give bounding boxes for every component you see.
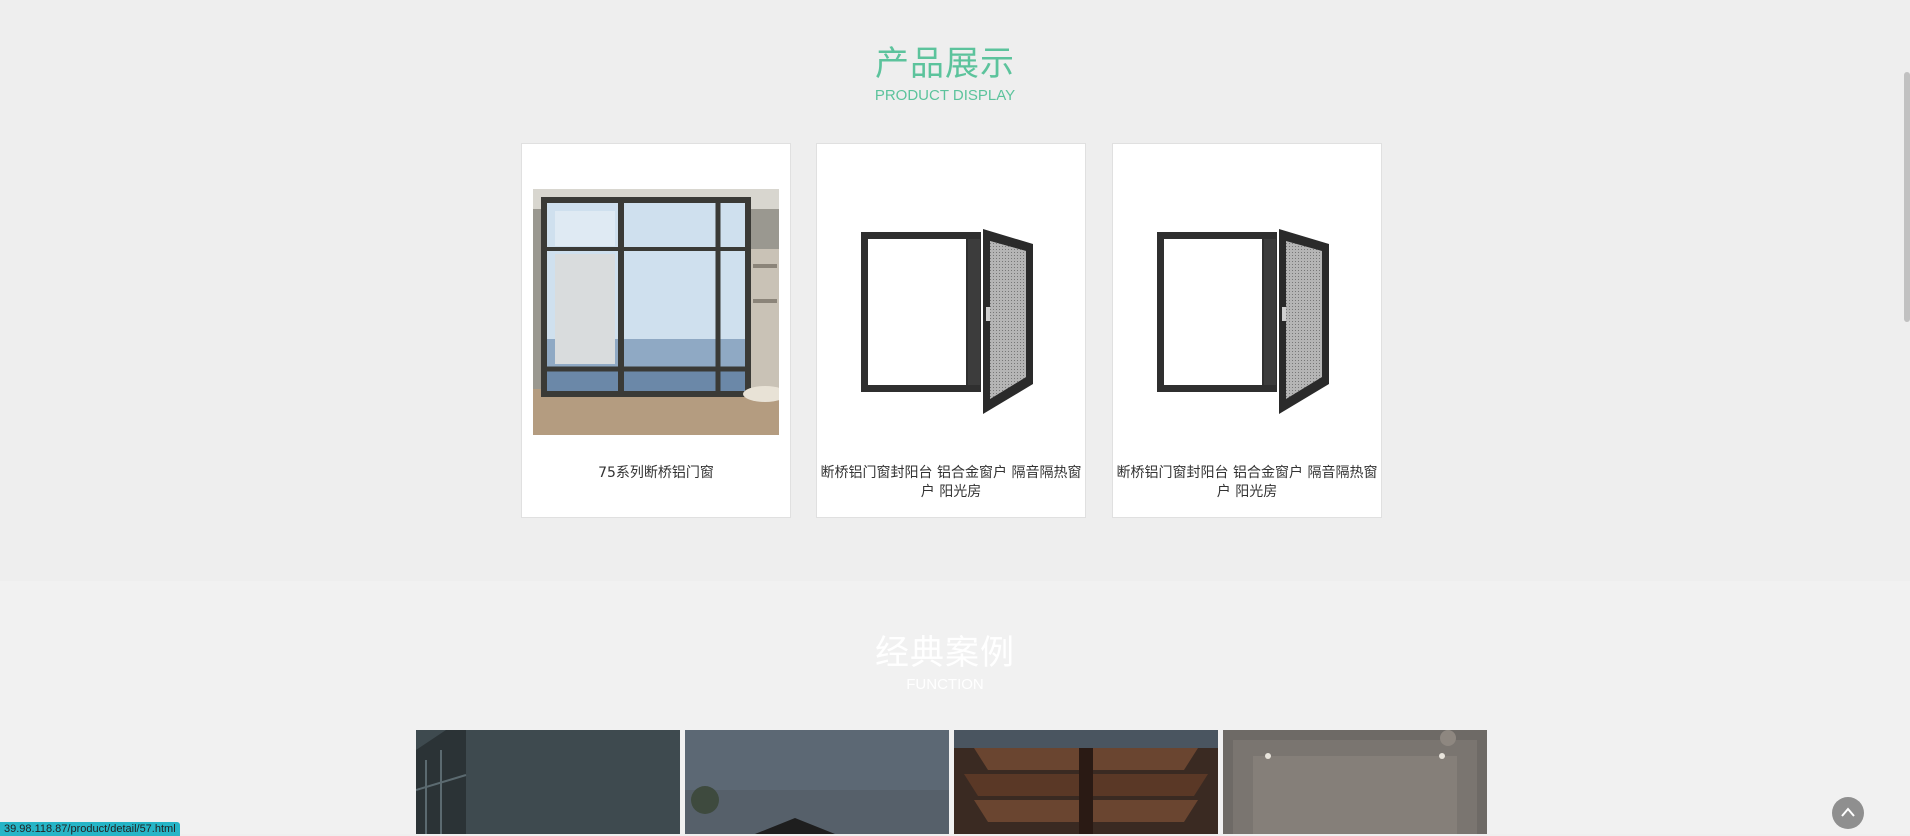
product-section-title: 产品展示 PRODUCT DISPLAY <box>0 36 1890 104</box>
product-card[interactable]: 断桥铝门窗封阳台 铝合金窗户 隔音隔热窗户 阳光房 <box>1112 143 1382 518</box>
product-title[interactable]: 断桥铝门窗封阳台 铝合金窗户 隔音隔热窗户 阳光房 <box>1113 464 1381 502</box>
case-tile-glass-building[interactable] <box>416 730 680 834</box>
product-card[interactable]: 75系列断桥铝门窗 <box>521 143 791 518</box>
product-image-casement-window[interactable] <box>1124 189 1370 435</box>
product-image-casement-window[interactable] <box>828 189 1074 435</box>
case-tile-house-roof[interactable] <box>685 730 949 834</box>
section-title-en: PRODUCT DISPLAY <box>874 87 1016 104</box>
section-title-cn: 经典案例 <box>875 633 1015 673</box>
product-card[interactable]: 断桥铝门窗封阳台 铝合金窗户 隔音隔热窗户 阳光房 <box>816 143 1086 518</box>
product-title[interactable]: 75系列断桥铝门窗 <box>522 464 790 483</box>
section-title-cn: 产品展示 <box>875 44 1015 84</box>
case-tile-ceiling-interior[interactable] <box>1223 730 1487 834</box>
product-title[interactable]: 断桥铝门窗封阳台 铝合金窗户 隔音隔热窗户 阳光房 <box>817 464 1085 502</box>
scrollbar-thumb[interactable] <box>1904 72 1910 322</box>
product-display-section: 产品展示 PRODUCT DISPLAY 75系列断桥铝门窗 断桥铝门窗封阳台 … <box>0 0 1910 581</box>
back-to-top-button[interactable] <box>1832 797 1864 829</box>
product-image-room-window[interactable] <box>533 189 779 435</box>
cases-section-title: 经典案例 FUNCTION <box>0 625 1890 693</box>
chevron-up-icon <box>1841 807 1855 817</box>
case-tile-spiral-building[interactable] <box>954 730 1218 834</box>
section-title-en: FUNCTION <box>906 676 984 693</box>
